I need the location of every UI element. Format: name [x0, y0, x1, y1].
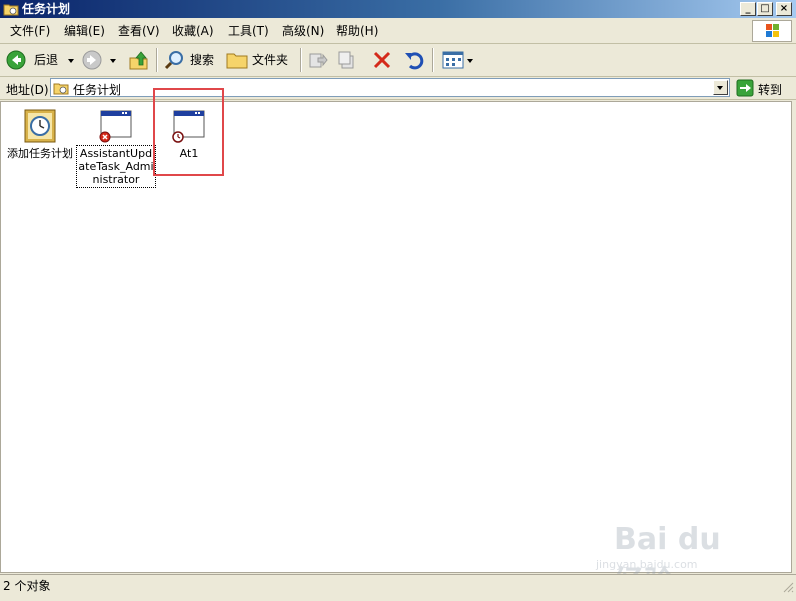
- minimize-button[interactable]: _: [740, 2, 756, 16]
- folders-button[interactable]: 文件夹: [224, 48, 294, 72]
- forward-arrow-icon: [82, 50, 102, 70]
- chevron-down-icon: [717, 86, 723, 90]
- menu-help[interactable]: 帮助(H): [336, 24, 378, 38]
- folder-icon: [226, 53, 248, 69]
- menu-file[interactable]: 文件(F): [10, 24, 50, 38]
- move-to-icon: [309, 53, 328, 68]
- back-button[interactable]: 后退: [4, 48, 74, 72]
- copy-to-button[interactable]: [336, 48, 360, 72]
- undo-button[interactable]: [402, 48, 426, 72]
- assistant-update-task-label: AssistantUpdateTask_Administrator: [76, 145, 156, 188]
- forward-button[interactable]: [80, 48, 122, 72]
- toolbar: 后退 搜索 文件夹: [0, 44, 796, 77]
- address-input[interactable]: 任务计划: [50, 78, 730, 97]
- windows-flag-icon: [766, 24, 779, 37]
- windows-logo: [752, 20, 792, 42]
- folder-up-icon: [129, 51, 148, 70]
- task-disabled-icon: [99, 110, 132, 143]
- menu-advanced[interactable]: 高级(N): [282, 24, 324, 38]
- menu-edit[interactable]: 编辑(E): [64, 24, 105, 38]
- toolbar-separator: [156, 48, 158, 72]
- add-task-icon: [24, 109, 56, 143]
- folder-clock-icon: [3, 4, 19, 16]
- copy-to-icon: [338, 51, 354, 69]
- add-task-item[interactable]: 添加任务计划: [2, 108, 78, 160]
- undo-icon: [405, 52, 424, 70]
- views-dropdown-icon[interactable]: [467, 59, 473, 63]
- back-label: 后退: [34, 53, 59, 67]
- views-grid-icon: [442, 51, 464, 69]
- watermark: Bai du 经验 jingyan.baidu.com: [586, 508, 756, 600]
- highlight-annotation: [153, 88, 224, 176]
- views-button[interactable]: [440, 48, 476, 72]
- menu-favorites[interactable]: 收藏(A): [172, 24, 214, 38]
- move-to-button[interactable]: [306, 48, 330, 72]
- search-label: 搜索: [190, 53, 215, 67]
- toolbar-separator: [300, 48, 302, 72]
- window-title: 任务计划: [22, 2, 71, 16]
- toolbar-separator: [432, 48, 434, 72]
- assistant-update-task-item[interactable]: AssistantUpdateTask_Administrator: [76, 108, 156, 188]
- go-button[interactable]: 转到: [734, 79, 792, 97]
- back-arrow-icon: [6, 50, 26, 70]
- go-label: 转到: [758, 83, 783, 97]
- title-bar[interactable]: 任务计划 _ □ ×: [0, 0, 796, 18]
- add-task-label: 添加任务计划: [7, 147, 73, 160]
- close-button[interactable]: ×: [776, 2, 792, 16]
- delete-x-icon: [373, 51, 391, 69]
- resize-grip-icon[interactable]: [782, 581, 794, 593]
- address-bar: 地址(D) 任务计划 转到: [0, 77, 796, 100]
- menu-view[interactable]: 查看(V): [118, 24, 160, 38]
- go-arrow-icon: [736, 79, 754, 97]
- status-text: 2 个对象: [3, 579, 51, 593]
- forward-dropdown-icon[interactable]: [110, 59, 116, 63]
- search-button[interactable]: 搜索: [162, 48, 220, 72]
- search-icon: [164, 51, 183, 70]
- menu-bar: 文件(F) 编辑(E) 查看(V) 收藏(A) 工具(T) 高级(N) 帮助(H…: [0, 19, 796, 44]
- back-dropdown-icon[interactable]: [68, 59, 74, 63]
- address-label: 地址(D): [6, 83, 49, 97]
- status-bar: 2 个对象: [0, 574, 796, 595]
- up-button[interactable]: [126, 48, 152, 72]
- address-dropdown-button[interactable]: [713, 80, 728, 95]
- maximize-button[interactable]: □: [757, 2, 773, 16]
- menu-tools[interactable]: 工具(T): [228, 24, 269, 38]
- watermark-sub: jingyan.baidu.com: [596, 558, 698, 571]
- folders-label: 文件夹: [252, 53, 289, 67]
- delete-button[interactable]: [370, 48, 394, 72]
- content-edge: [792, 101, 796, 573]
- explorer-window: 任务计划 _ □ × 文件(F) 编辑(E) 查看(V) 收藏(A) 工具(T)…: [0, 0, 796, 600]
- folder-clock-icon: [53, 83, 69, 95]
- address-value: 任务计划: [73, 83, 122, 97]
